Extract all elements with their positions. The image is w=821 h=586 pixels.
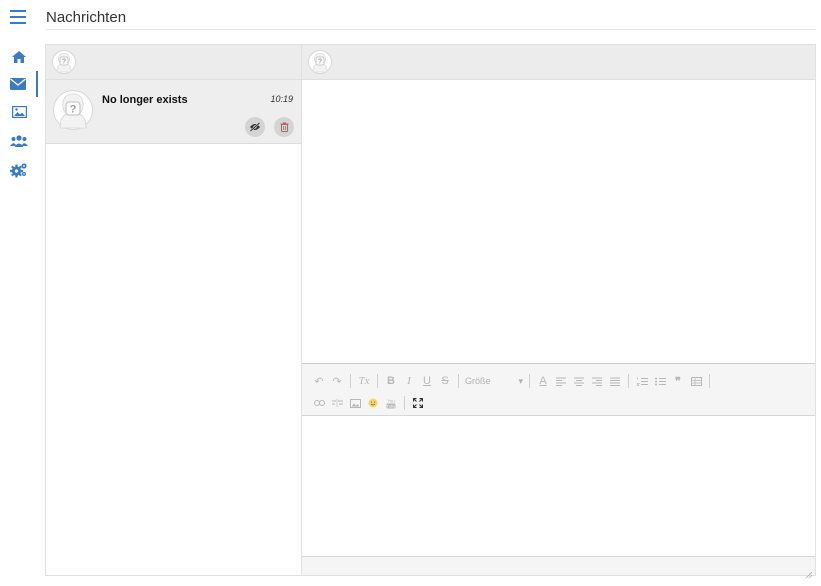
toolbar-separator: [628, 374, 629, 388]
svg-text:?: ?: [318, 59, 322, 66]
align-justify-icon[interactable]: [608, 373, 622, 389]
toolbar-separator: [458, 374, 459, 388]
conversation-list-panel: ? ? No longer exists 10:19: [45, 44, 302, 576]
font-size-select[interactable]: Größe ▾: [465, 373, 523, 389]
editor-statusbar: [302, 556, 815, 579]
message-editor-input[interactable]: [302, 416, 815, 556]
nav-settings-gears-icon[interactable]: [0, 157, 38, 183]
chat-panel: ? ↶ ↷ Tx B I U S Größe ▾ A ❞ You Tube: [302, 44, 816, 579]
align-center-icon[interactable]: [572, 373, 586, 389]
toolbar-separator: [404, 396, 405, 410]
chat-partner-avatar-placeholder-icon: ?: [308, 50, 332, 74]
chat-header: ?: [302, 45, 815, 80]
svg-text:Tube: Tube: [387, 403, 396, 408]
maximize-icon[interactable]: [411, 395, 425, 411]
bulleted-list-icon[interactable]: [653, 373, 667, 389]
italic-button[interactable]: I: [402, 373, 416, 389]
message-history-area[interactable]: [302, 80, 815, 364]
nav-messages-envelope-icon[interactable]: [0, 71, 38, 97]
strikethrough-button[interactable]: S: [438, 373, 452, 389]
unlink-icon[interactable]: [330, 395, 344, 411]
header-divider: [46, 29, 816, 30]
sidebar: [0, 0, 38, 586]
delete-trash-icon[interactable]: [274, 117, 294, 137]
clear-format-icon[interactable]: Tx: [357, 373, 371, 389]
font-color-button[interactable]: A: [536, 373, 550, 389]
svg-text:?: ?: [70, 104, 77, 116]
page-title: Nachrichten: [46, 9, 127, 26]
toolbar-separator: [377, 374, 378, 388]
conversation-list-header: ?: [46, 45, 301, 80]
toolbar-separator: [350, 374, 351, 388]
toolbar-separator: [529, 374, 530, 388]
conversation-name: No longer exists: [102, 94, 188, 106]
blockquote-icon[interactable]: ❞: [671, 373, 685, 389]
conversation-item[interactable]: ? No longer exists 10:19: [46, 80, 301, 144]
contact-avatar-placeholder-icon: ?: [53, 90, 93, 130]
redo-icon[interactable]: ↷: [330, 373, 344, 389]
undo-icon[interactable]: ↶: [312, 373, 326, 389]
editor-toolbar: ↶ ↷ Tx B I U S Größe ▾ A ❞ You Tube: [302, 364, 815, 416]
mark-hidden-eye-slash-icon[interactable]: [245, 117, 265, 137]
chevron-down-icon: ▾: [518, 375, 523, 386]
bold-button[interactable]: B: [384, 373, 398, 389]
nav-users-icon[interactable]: [0, 128, 38, 154]
hamburger-menu-icon[interactable]: [10, 10, 26, 24]
resize-handle-icon[interactable]: [805, 565, 813, 579]
insert-image-icon[interactable]: [348, 395, 362, 411]
underline-button[interactable]: U: [420, 373, 434, 389]
own-avatar-placeholder-icon[interactable]: ?: [52, 50, 76, 74]
emoji-smiley-icon[interactable]: [366, 395, 380, 411]
align-left-icon[interactable]: [554, 373, 568, 389]
insert-table-icon[interactable]: [689, 373, 703, 389]
toolbar-separator: [709, 374, 710, 388]
youtube-icon[interactable]: You Tube: [384, 395, 398, 411]
link-icon[interactable]: [312, 395, 326, 411]
nav-home-icon[interactable]: [0, 44, 38, 70]
conversation-time: 10:19: [270, 94, 293, 104]
svg-text:?: ?: [62, 59, 66, 66]
numbered-list-icon[interactable]: [635, 373, 649, 389]
font-size-label: Größe: [465, 376, 491, 386]
nav-gallery-image-icon[interactable]: [0, 99, 38, 125]
align-right-icon[interactable]: [590, 373, 604, 389]
